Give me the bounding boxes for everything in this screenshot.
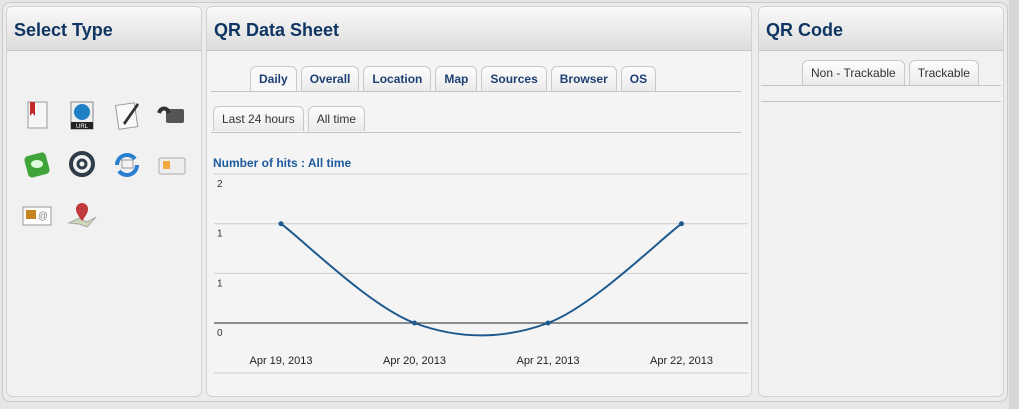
tab-overall[interactable]: Overall — [300, 66, 360, 91]
tab-os[interactable]: OS — [620, 66, 657, 91]
select-type-panel: Select Type URL @ — [6, 6, 202, 397]
panel-title: QR Code — [759, 7, 1003, 51]
svg-text:URL: URL — [76, 124, 89, 130]
x-tick-label: Apr 22, 2013 — [650, 355, 713, 367]
page-edge — [1009, 0, 1019, 409]
vcard-icon[interactable]: @ — [21, 199, 53, 231]
x-tick-label: Apr 21, 2013 — [517, 355, 580, 367]
x-tick-label: Apr 19, 2013 — [250, 355, 313, 367]
qr-code-panel: QR Code Non - Trackable Trackable — [758, 6, 1004, 397]
data-point — [679, 221, 684, 227]
y-tick-label: 1 — [217, 278, 223, 289]
tab-non-trackable[interactable]: Non - Trackable — [802, 60, 905, 85]
svg-text:@: @ — [38, 211, 48, 222]
data-point — [412, 320, 417, 326]
y-tick-label: 2 — [217, 179, 223, 190]
series-line-hits — [280, 222, 683, 337]
tab-sources[interactable]: Sources — [481, 66, 547, 91]
x-tick-label: Apr 20, 2013 — [383, 355, 446, 367]
tab-last-24-hours[interactable]: Last 24 hours — [213, 106, 304, 131]
tab-map[interactable]: Map — [435, 66, 478, 91]
map-location-icon[interactable] — [66, 199, 98, 231]
email-at-icon[interactable] — [66, 149, 98, 181]
tab-all-time[interactable]: All time — [307, 106, 366, 131]
url-globe-icon[interactable]: URL — [66, 99, 98, 131]
tab-trackable[interactable]: Trackable — [908, 60, 979, 85]
panel-title: Select Type — [7, 7, 201, 51]
telephone-icon[interactable] — [156, 99, 188, 131]
data-point — [278, 221, 284, 227]
data-point — [545, 320, 551, 326]
tab-daily[interactable]: Daily — [250, 66, 297, 91]
y-tick-label: 1 — [217, 229, 223, 240]
tab-browser[interactable]: Browser — [550, 66, 617, 91]
hits-chart: 0 1 1 2 Apr 19, 2013 Apr 20, 2013 Apr 21, 2013… — [214, 173, 748, 374]
edit-document-icon[interactable] — [111, 99, 143, 131]
qr-data-sheet-panel: QR Data Sheet Daily Overall Location Map Sou… — [206, 6, 752, 397]
y-tick-label: 0 — [217, 328, 223, 339]
tab-location[interactable]: Location — [363, 66, 432, 91]
panel-title: QR Data Sheet — [207, 7, 751, 51]
sms-icon[interactable] — [21, 149, 53, 181]
bookmark-document-icon[interactable] — [21, 99, 53, 131]
contact-card-icon[interactable] — [156, 149, 188, 181]
sync-email-icon[interactable] — [111, 149, 143, 181]
